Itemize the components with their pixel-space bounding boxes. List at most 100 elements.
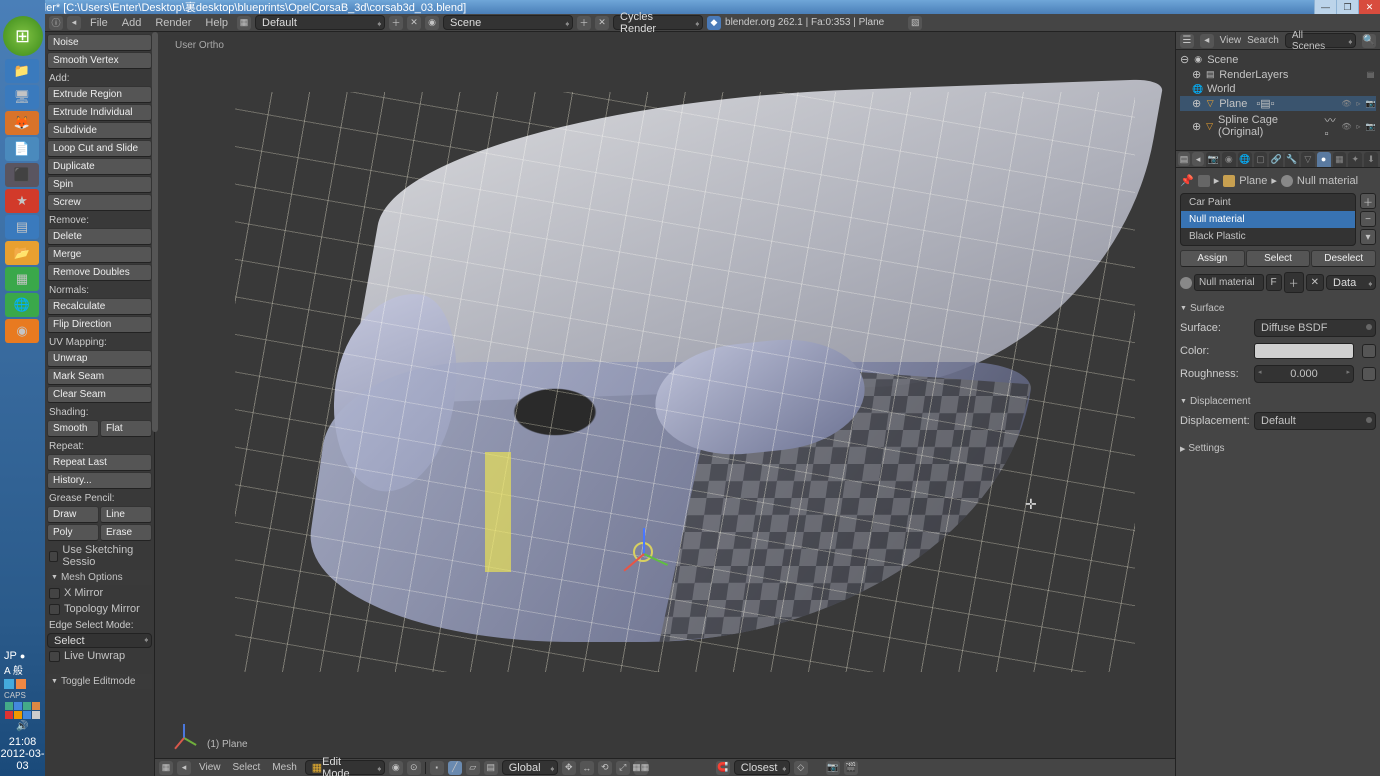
snap-toggle-icon[interactable]: 🧲 (716, 761, 730, 775)
panel-settings[interactable]: Settings (1180, 441, 1376, 456)
surface-shader-dropdown[interactable]: Diffuse BSDF (1254, 319, 1376, 337)
material-specials-button[interactable]: ▾ (1360, 229, 1376, 245)
material-slot-list[interactable]: Car Paint Null material Black Plastic (1180, 193, 1356, 246)
taskbar-app-icon[interactable]: ⬛ (5, 163, 39, 187)
snap-target-dropdown[interactable]: Closest (734, 760, 790, 775)
x-mirror-checkbox[interactable] (49, 588, 60, 599)
taskbar-app-icon[interactable]: 📁 (5, 59, 39, 83)
outliner-search-icon[interactable]: 🔍 (1362, 34, 1376, 48)
roughness-node-button[interactable] (1362, 367, 1376, 381)
render-opengl-icon[interactable]: 📷 (826, 761, 840, 775)
tab-material[interactable]: ● (1317, 152, 1331, 167)
tree-item[interactable]: Spline Cage (Original) (1218, 114, 1316, 138)
tool-smooth-vertex[interactable]: Smooth Vertex (47, 52, 152, 69)
taskbar-clock[interactable]: 21:08 2012-03-03 (0, 732, 45, 776)
panel-toggle-editmode[interactable]: Toggle Editmode (47, 674, 152, 689)
pin-icon[interactable]: 📌 (1180, 174, 1194, 187)
tab-object[interactable]: ▢ (1254, 152, 1268, 167)
topology-mirror-checkbox[interactable] (49, 604, 60, 615)
screen-layout-dropdown[interactable]: Default (255, 15, 385, 30)
material-remove-button[interactable]: − (1360, 211, 1376, 227)
outliner-editor-icon[interactable]: ☰ (1180, 34, 1194, 48)
render-engine-dropdown[interactable]: Cycles Render (613, 15, 703, 30)
menu-help[interactable]: Help (200, 17, 233, 29)
tool-spin[interactable]: Spin (47, 176, 152, 193)
vp-menu-mesh[interactable]: Mesh (268, 762, 300, 773)
scene-add-icon[interactable]: ＋ (577, 16, 591, 30)
tab-scene[interactable]: ◉ (1222, 152, 1236, 167)
tool-clear-seam[interactable]: Clear Seam (47, 386, 152, 403)
panel-displacement[interactable]: Displacement (1180, 394, 1376, 409)
tool-extrude-region[interactable]: Extrude Region (47, 86, 152, 103)
orientation-dropdown[interactable]: Global (502, 760, 558, 775)
vertex-select-icon[interactable]: ⬝ (430, 761, 444, 775)
header-extra-icon[interactable]: ▧ (908, 16, 922, 30)
tab-world[interactable]: 🌐 (1238, 152, 1252, 167)
tab-render[interactable]: 📷 (1206, 152, 1220, 167)
tab-texture[interactable]: ▦ (1333, 152, 1347, 167)
tool-remove-doubles[interactable]: Remove Doubles (47, 264, 152, 281)
tool-mark-seam[interactable]: Mark Seam (47, 368, 152, 385)
tab-data[interactable]: ▽ (1301, 152, 1315, 167)
vp-menu-view[interactable]: View (195, 762, 225, 773)
limit-selection-icon[interactable]: ▤ (484, 761, 498, 775)
header-menu-toggle-icon[interactable]: ◂ (67, 16, 81, 30)
start-button[interactable]: ⊞ (3, 16, 43, 56)
tool-extrude-individual[interactable]: Extrude Individual (47, 104, 152, 121)
menu-file[interactable]: File (85, 17, 113, 29)
tree-item[interactable]: Plane (1219, 98, 1247, 110)
tree-item[interactable]: World (1207, 83, 1236, 95)
shading-mode-icon[interactable]: ◉ (389, 761, 403, 775)
menu-add[interactable]: Add (117, 17, 147, 29)
tool-merge[interactable]: Merge (47, 246, 152, 263)
taskbar-app-icon[interactable]: ▦ (5, 267, 39, 291)
layout-add-icon[interactable]: ＋ (389, 16, 403, 30)
color-field[interactable] (1254, 343, 1354, 359)
manipulator-rotate-icon[interactable]: ⟲ (598, 761, 612, 775)
tool-repeat-last[interactable]: Repeat Last (47, 454, 152, 471)
tree-item[interactable]: RenderLayers (1219, 69, 1288, 81)
fake-user-button[interactable]: F (1266, 274, 1282, 291)
visibility-toggle-icon[interactable]: 👁 (1341, 98, 1352, 109)
outliner-menu-search[interactable]: Search (1247, 35, 1279, 46)
tool-loop-cut[interactable]: Loop Cut and Slide (47, 140, 152, 157)
ime-mode[interactable]: A 般 (0, 662, 45, 677)
maximize-button[interactable]: ❐ (1336, 0, 1358, 14)
assign-button[interactable]: Assign (1180, 250, 1245, 267)
tool-duplicate[interactable]: Duplicate (47, 158, 152, 175)
material-slot[interactable]: Black Plastic (1181, 228, 1355, 245)
taskbar-app-icon[interactable]: 🖥 (5, 85, 39, 109)
outliner-menu-view[interactable]: View (1220, 35, 1242, 46)
tab-particles[interactable]: ✦ (1348, 152, 1362, 167)
editor-type-icon[interactable]: ▦ (159, 761, 173, 775)
render-toggle-icon[interactable]: 📷 (1365, 98, 1376, 109)
material-new-button[interactable]: ＋ (1284, 272, 1304, 293)
manipulator-icon[interactable]: ✥ (562, 761, 576, 775)
deselect-button[interactable]: Deselect (1311, 250, 1376, 267)
scene-dropdown[interactable]: Scene (443, 15, 573, 30)
tool-screw[interactable]: Screw (47, 194, 152, 211)
panel-mesh-options[interactable]: Mesh Options (47, 570, 152, 585)
snap-element-icon[interactable]: ◇ (794, 761, 808, 775)
tool-shade-flat[interactable]: Flat (100, 420, 152, 437)
taskbar-app-icon[interactable]: 📂 (5, 241, 39, 265)
minimize-button[interactable]: — (1314, 0, 1336, 14)
material-add-button[interactable]: ＋ (1360, 193, 1376, 209)
tab-modifiers[interactable]: 🔧 (1285, 152, 1299, 167)
taskbar-app-icon[interactable]: ▤ (5, 215, 39, 239)
color-node-button[interactable] (1362, 344, 1376, 358)
info-editor-icon[interactable]: ⓘ (49, 16, 63, 30)
taskbar-app-icon[interactable]: 🌐 (5, 293, 39, 317)
taskbar-app-icon[interactable]: 🦊 (5, 111, 39, 135)
select-button[interactable]: Select (1246, 250, 1311, 267)
panel-surface[interactable]: Surface (1180, 301, 1376, 316)
gp-erase[interactable]: Erase (100, 524, 152, 541)
scene-delete-icon[interactable]: ✕ (595, 16, 609, 30)
ime-status[interactable]: JP● (0, 650, 45, 662)
gp-poly[interactable]: Poly (47, 524, 99, 541)
scene-browse-icon[interactable]: ◉ (425, 16, 439, 30)
menu-render[interactable]: Render (150, 17, 196, 29)
edge-select-icon[interactable]: ╱ (448, 761, 462, 775)
tool-unwrap[interactable]: Unwrap (47, 350, 152, 367)
viewport-3d[interactable]: User Ortho ✛ (1) Plane ▦ ◂ View Select (155, 32, 1175, 776)
